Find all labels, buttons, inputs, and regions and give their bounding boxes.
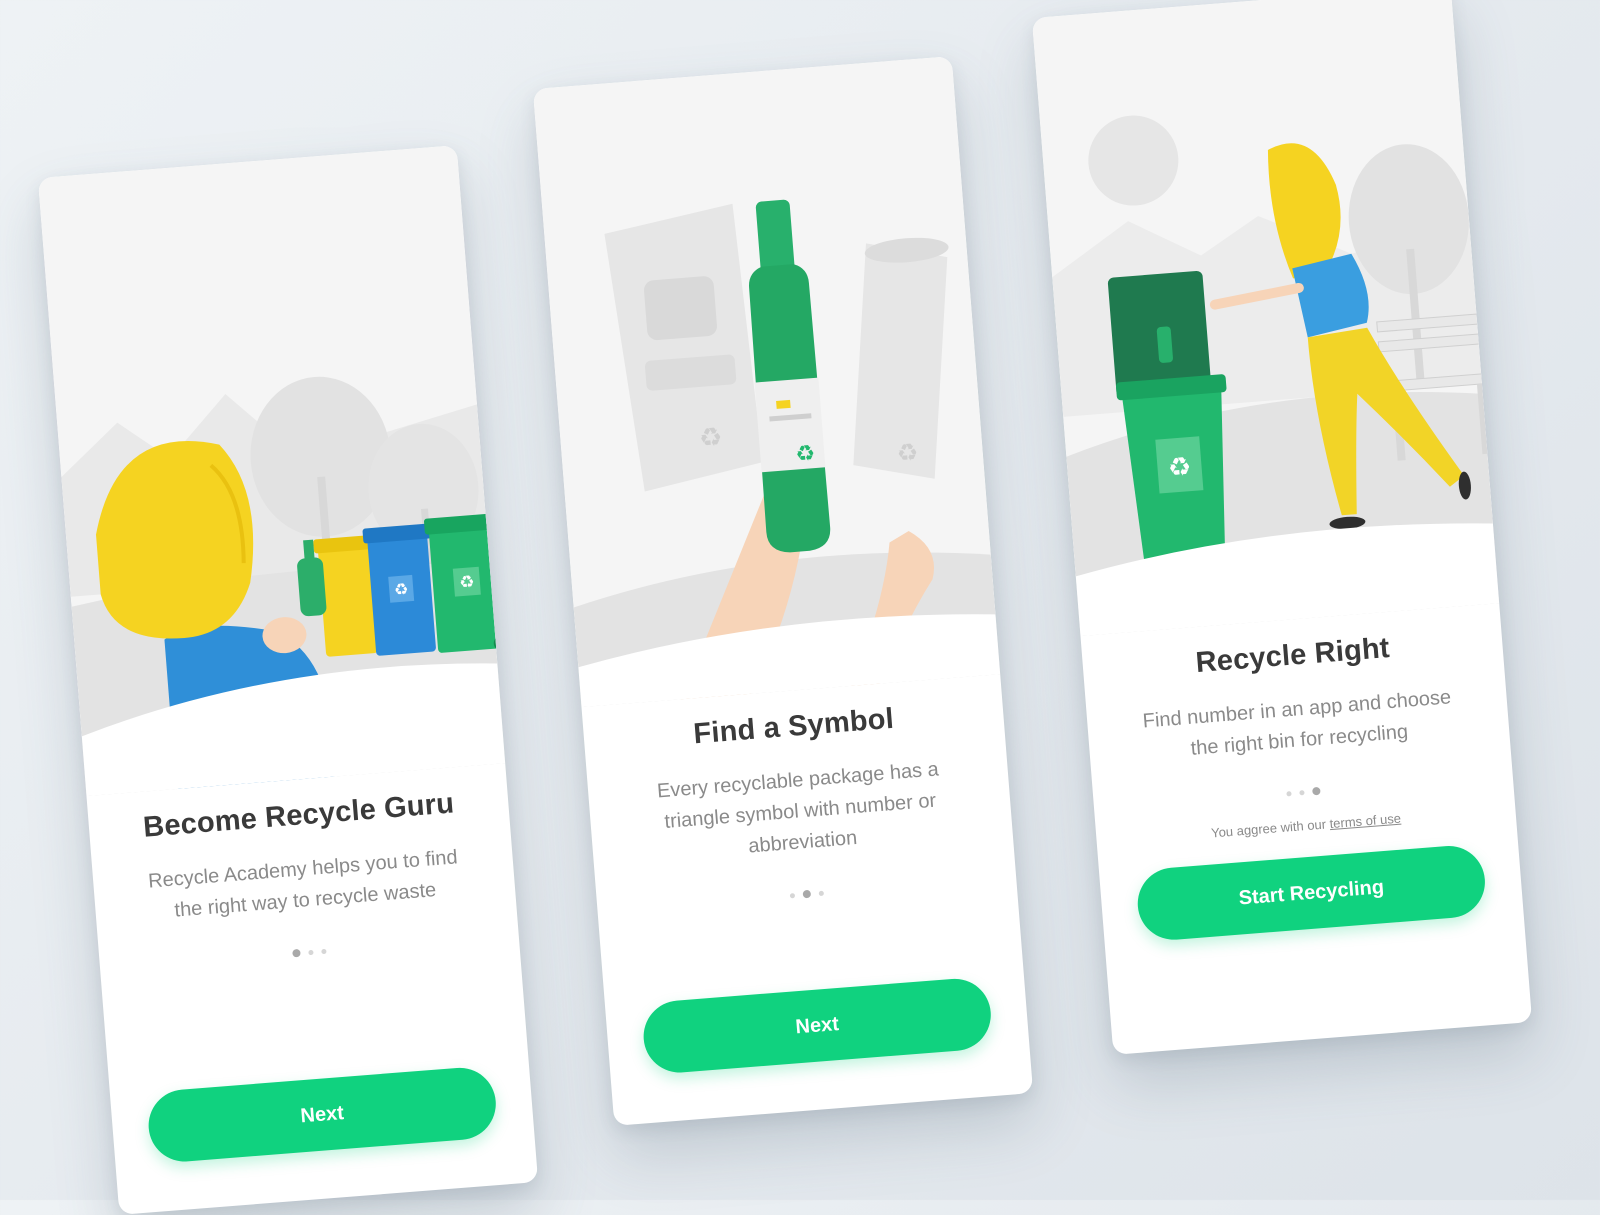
recycle-icon: ♻: [795, 441, 817, 467]
pager-dot-2: [802, 889, 812, 899]
terms-prefix: You aggree with our: [1210, 816, 1327, 841]
terms-of-use-link[interactable]: terms of use: [1329, 811, 1401, 832]
onboarding-screen-2: ♻ ♻ ♻ Find a Symbol Every recyclable pac…: [532, 56, 1034, 1126]
pager-dot-1: [789, 892, 796, 898]
page-title: Find a Symbol: [692, 702, 896, 751]
page-title: Recycle Right: [1194, 632, 1391, 680]
pager-dots: [100, 932, 519, 973]
pager-dot-1: [1286, 790, 1292, 796]
pager-dot-3: [321, 948, 327, 954]
illustration-woman-with-bins: ♻ ♻: [37, 145, 506, 797]
pager-dots: [597, 874, 1016, 915]
page-description: Every recyclable package has a triangle …: [656, 758, 940, 858]
illustration-hands-with-bottle: ♻ ♻ ♻: [532, 56, 1001, 708]
illustration-woman-at-bin: ♻: [1031, 0, 1500, 637]
pager-dot-2: [1299, 789, 1305, 795]
page-title: Become Recycle Guru: [142, 787, 456, 844]
page-description: Recycle Academy helps you to find the ri…: [147, 846, 459, 922]
svg-text:♻: ♻: [698, 422, 724, 454]
pager-dot-3: [818, 890, 824, 896]
onboarding-screen-3: ♻ Recycle Right Find number in an app an…: [1031, 0, 1533, 1055]
page-description: Find number in an app and choose the rig…: [1141, 686, 1452, 760]
terms-notice: You aggree with our terms of use: [1096, 802, 1516, 850]
pager-dot-3: [1312, 786, 1321, 796]
onboarding-screen-1: ♻ ♻ Become Recycle Guru Recycle Academy …: [37, 145, 539, 1215]
recycle-icon: ♻: [1167, 452, 1193, 484]
svg-text:♻: ♻: [459, 572, 476, 593]
pager-dot-1: [292, 948, 301, 958]
svg-text:♻: ♻: [896, 438, 920, 468]
svg-text:♻: ♻: [393, 579, 409, 599]
pager-dot-2: [308, 949, 314, 955]
